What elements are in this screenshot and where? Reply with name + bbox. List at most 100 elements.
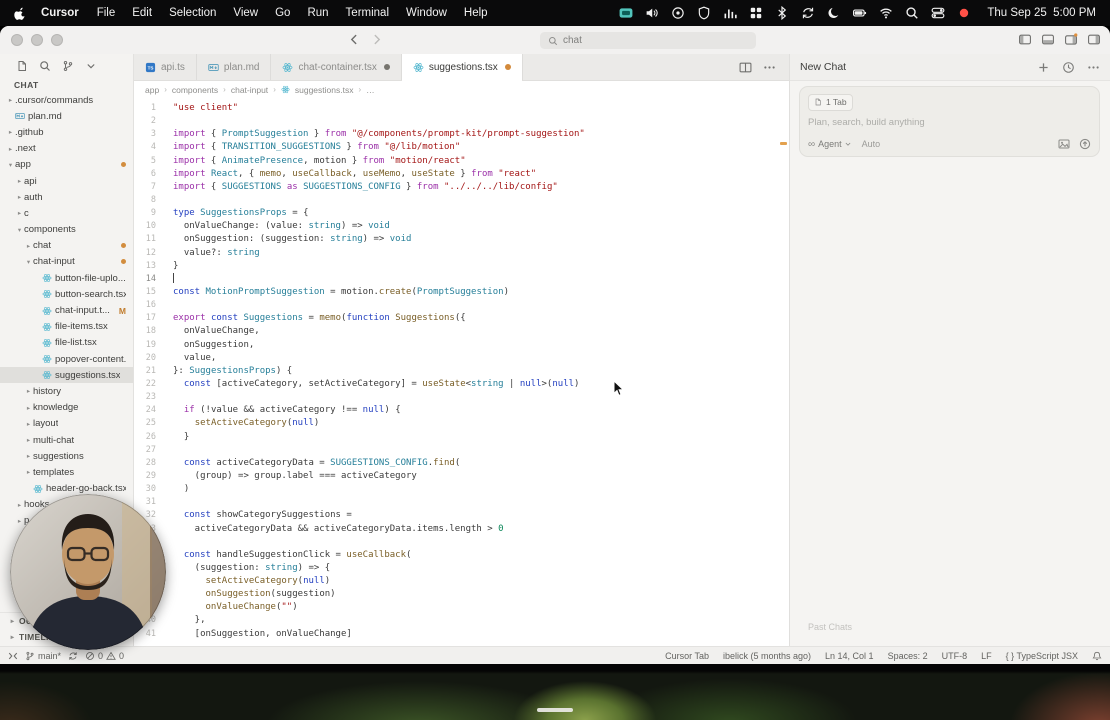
more-actions-icon[interactable] (763, 61, 776, 74)
menu-go[interactable]: Go (275, 7, 290, 19)
code-line[interactable]: 15 const MotionPromptSuggestion = motion.… (134, 286, 789, 299)
code-line[interactable]: 9 type SuggestionsProps = { (134, 207, 789, 220)
panel-left-icon[interactable] (1018, 33, 1032, 46)
circle-icon[interactable] (671, 6, 685, 20)
agent-mode-selector[interactable]: Agent (818, 139, 842, 149)
unsaved-dot[interactable] (504, 64, 511, 70)
minimize-button[interactable] (31, 34, 43, 46)
code-line[interactable]: 34 (134, 536, 789, 549)
code-line[interactable]: 30 ) (134, 483, 789, 496)
code-editor[interactable]: 1 "use client" 2 3 import { PromptSuggestion… (134, 98, 789, 647)
tree-item[interactable]: ▾ components (0, 222, 133, 238)
status-item[interactable]: Cursor Tab (665, 651, 709, 661)
tree-item[interactable]: ▸ api (0, 173, 133, 189)
code-line[interactable]: 21}: SuggestionsProps) { (134, 365, 789, 378)
code-line[interactable]: 11 onSuggestion: (suggestion: string) =>… (134, 233, 789, 246)
tree-item[interactable]: ▸ c (0, 205, 133, 221)
tree-item[interactable]: plan.md (0, 108, 133, 124)
panel-right-icon[interactable] (1087, 33, 1101, 46)
menu-edit[interactable]: Edit (132, 7, 152, 19)
past-chats-label[interactable]: Past Chats (808, 622, 852, 632)
tree-item[interactable]: file-list.tsx (0, 335, 133, 351)
tree-item[interactable]: ▸ history (0, 383, 133, 399)
chevron-down-icon[interactable] (85, 60, 97, 72)
code-line[interactable]: 39 onValueChange("") (134, 601, 789, 614)
tree-item[interactable]: ▸ chat (0, 238, 133, 254)
tab-plan.md[interactable]: plan.md (197, 54, 272, 80)
code-line[interactable]: 20 value, (134, 352, 789, 365)
menu-terminal[interactable]: Terminal (346, 7, 389, 19)
tree-item[interactable]: chat-input.t... M (0, 302, 133, 318)
tree-item[interactable]: ▸ .next (0, 141, 133, 157)
code-line[interactable]: 28 const activeCategoryData = SUGGESTION… (134, 457, 789, 470)
code-line[interactable]: 38 onSuggestion(suggestion) (134, 588, 789, 601)
code-line[interactable]: 12 value?: string (134, 247, 789, 260)
code-line[interactable]: 26 } (134, 431, 789, 444)
code-line[interactable]: 25 setActiveCategory(null) (134, 417, 789, 430)
code-line[interactable]: 33 activeCategoryData && activeCategoryD… (134, 523, 789, 536)
code-line[interactable]: 4 import { TRANSITION_SUGGESTIONS } from … (134, 141, 789, 154)
breadcrumb-item[interactable]: app (145, 85, 159, 95)
unsaved-dot[interactable] (383, 64, 390, 70)
tree-item[interactable]: popover-content... (0, 351, 133, 367)
code-line[interactable]: 24 if (!value && activeCategory !== null… (134, 404, 789, 417)
menu-app-name[interactable]: Cursor (41, 7, 79, 19)
grid-icon[interactable] (749, 6, 763, 20)
menu-window[interactable]: Window (406, 7, 447, 19)
menu-run[interactable]: Run (307, 7, 328, 19)
code-line[interactable]: 37 setActiveCategory(null) (134, 575, 789, 588)
tree-item[interactable]: ▸ knowledge (0, 400, 133, 416)
moon-icon[interactable] (827, 6, 841, 20)
apple-icon[interactable] (14, 6, 27, 20)
tree-item[interactable]: ▸ .github (0, 124, 133, 140)
code-line[interactable]: 8 (134, 194, 789, 207)
status-item[interactable]: ibelick (5 months ago) (723, 651, 811, 661)
history-icon[interactable] (1062, 61, 1075, 74)
plus-icon[interactable] (1037, 61, 1050, 74)
image-icon[interactable] (1058, 138, 1070, 150)
status-item[interactable]: Spaces: 2 (888, 651, 928, 661)
menu-bar-clock[interactable]: Thu Sep 25 5:00 PM (987, 7, 1096, 19)
tree-item[interactable]: ▸ multi-chat (0, 432, 133, 448)
code-line[interactable]: 13} (134, 260, 789, 273)
tab-api.ts[interactable]: TS api.ts (134, 54, 197, 80)
code-line[interactable]: 41 [onSuggestion, onValueChange] (134, 628, 789, 641)
git-branch-indicator[interactable]: main* (25, 651, 61, 661)
code-line[interactable]: 36 (suggestion: string) => { (134, 562, 789, 575)
tree-item[interactable]: button-search.tsx (0, 286, 133, 302)
code-line[interactable]: 19 onSuggestion, (134, 339, 789, 352)
tree-item[interactable]: ▸ suggestions (0, 448, 133, 464)
close-button[interactable] (11, 34, 23, 46)
breadcrumb-item[interactable]: components (172, 85, 218, 95)
status-item[interactable]: LF (981, 651, 992, 661)
code-line[interactable]: 32 const showCategorySuggestions = (134, 509, 789, 522)
tree-item[interactable]: header-go-back.tsx (0, 481, 133, 497)
screen-share-icon[interactable] (619, 6, 633, 20)
code-line[interactable]: 29 (group) => group.label === activeCate… (134, 470, 789, 483)
status-item[interactable]: { } TypeScript JSX (1006, 651, 1078, 661)
code-line[interactable]: 17 export const Suggestions = memo(functi… (134, 312, 789, 325)
code-line[interactable]: 27 (134, 444, 789, 457)
status-item[interactable]: Ln 14, Col 1 (825, 651, 874, 661)
tab-chat-container.tsx[interactable]: chat-container.tsx (271, 54, 402, 80)
bell-icon[interactable] (1092, 651, 1102, 661)
forward-button[interactable] (370, 33, 383, 46)
code-line[interactable]: 18 onValueChange, (134, 325, 789, 338)
code-line[interactable]: 1 "use client" (134, 102, 789, 115)
code-line[interactable]: 31 (134, 496, 789, 509)
code-line[interactable]: 2 (134, 115, 789, 128)
zoom-button[interactable] (51, 34, 63, 46)
status-item[interactable]: UTF-8 (942, 651, 968, 661)
send-icon[interactable] (1079, 138, 1091, 150)
remote-icon[interactable] (8, 651, 18, 661)
code-line[interactable]: 40 }, (134, 614, 789, 627)
code-line[interactable]: 23 (134, 391, 789, 404)
problems-indicator[interactable]: 0 0 (85, 651, 124, 661)
code-line[interactable]: 14 (134, 272, 789, 286)
tree-item[interactable]: ▸ auth (0, 189, 133, 205)
code-line[interactable]: 3 import { PromptSuggestion } from "@/com… (134, 128, 789, 141)
tree-item[interactable]: ▸ templates (0, 464, 133, 480)
tab-suggestions.tsx[interactable]: suggestions.tsx (401, 54, 523, 81)
model-selector[interactable]: Auto (862, 139, 881, 149)
ellipsis-icon[interactable] (1087, 61, 1100, 74)
